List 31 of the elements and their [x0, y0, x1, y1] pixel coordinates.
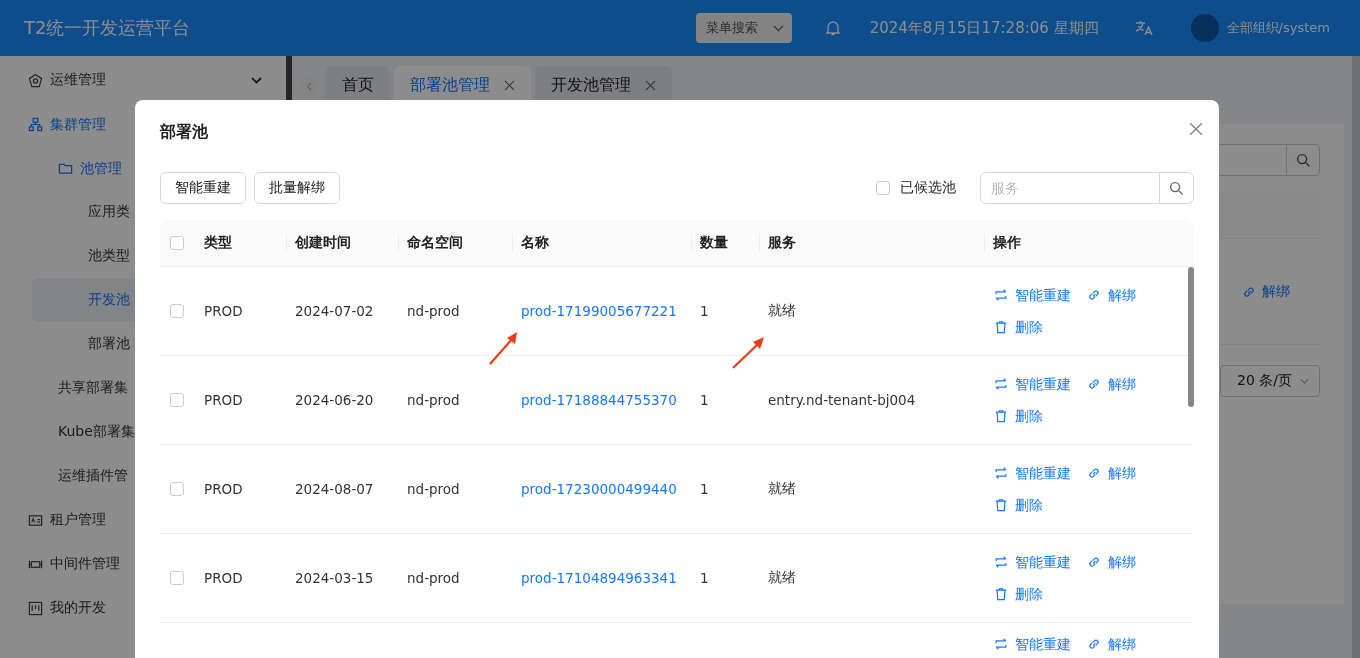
table-cell: 2024-08-07 [295, 481, 374, 497]
column-header: 数量 [691, 220, 759, 267]
datetime-text: 2024年8月15日17:28:06 星期四 [869, 18, 1099, 38]
table-cell: nd-prod [407, 481, 460, 497]
column-header: 命名空间 [398, 220, 512, 267]
table-cell: entry.nd-tenant-bj004 [768, 392, 916, 408]
table-cell: PROD [204, 570, 243, 586]
app-title: T2统一开发运营平台 [24, 16, 192, 40]
table-cell: PROD [204, 303, 243, 319]
column-header: 创建时间 [286, 220, 398, 267]
table-cell: 2024-07-02 [295, 303, 374, 319]
dialog-title: 部署池 [160, 121, 208, 143]
table-cell: 就绪 [768, 480, 796, 498]
table-cell: PROD [204, 481, 243, 497]
column-header: 操作 [984, 220, 1193, 267]
checkbox-label: 已候选池 [900, 179, 956, 197]
table-cell: nd-prod [407, 392, 460, 408]
table-cell: 就绪 [768, 569, 796, 587]
table-cell: 2024-06-20 [295, 392, 374, 408]
table-cell: 1 [700, 303, 709, 319]
table-cell: 1 [700, 481, 709, 497]
table-cell: nd-prod [407, 570, 460, 586]
table-cell: 就绪 [768, 302, 796, 320]
column-header: 名称 [512, 220, 691, 267]
column-header: 类型 [195, 220, 286, 267]
table-cell: 2024-03-15 [295, 570, 374, 586]
table-cell: PROD [204, 392, 243, 408]
column-header: 服务 [759, 220, 984, 267]
table-cell: 1 [700, 570, 709, 586]
table-cell: nd-prod [407, 303, 460, 319]
table-cell: 1 [700, 392, 709, 408]
